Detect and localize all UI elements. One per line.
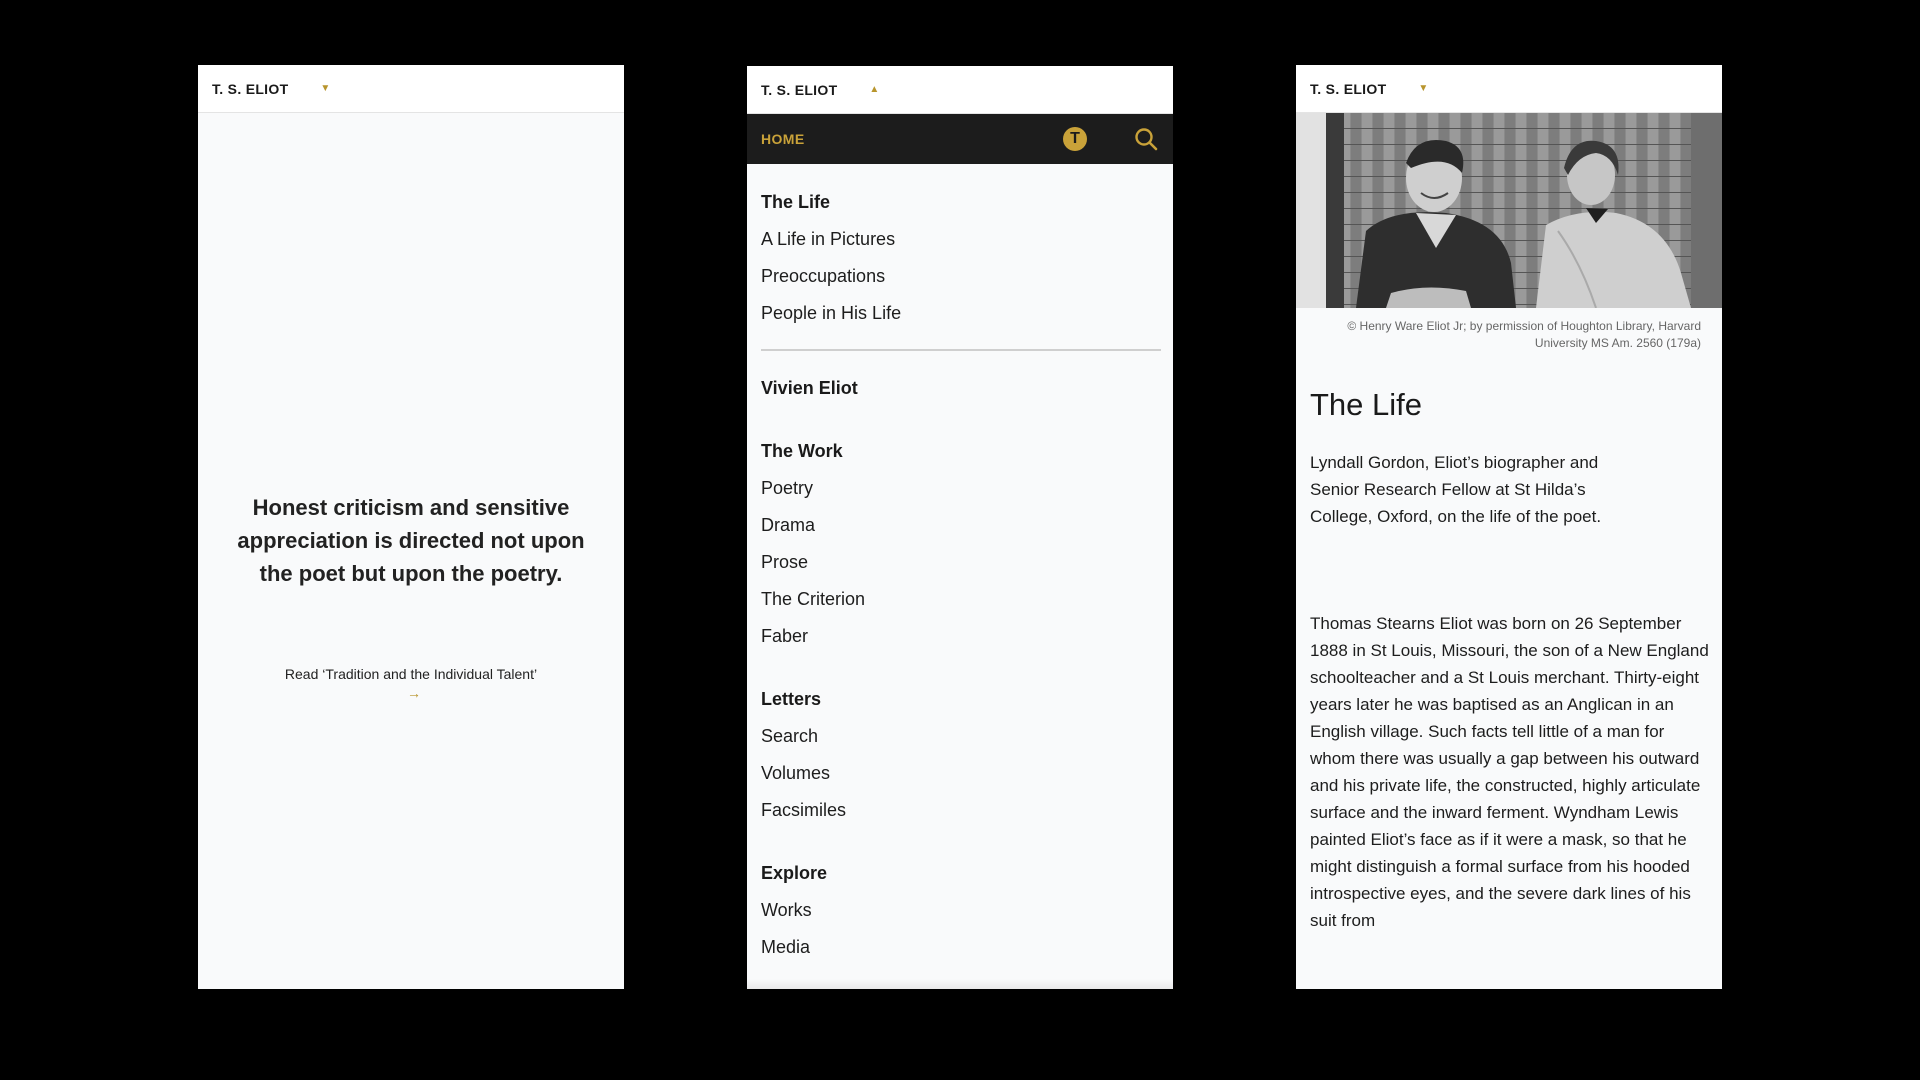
search-icon[interactable] (1133, 126, 1159, 152)
menu-toggle-caret-down-icon[interactable]: ▼ (1418, 83, 1428, 94)
menu-divider (761, 349, 1161, 351)
menu-group-letters: Letters Search Volumes Facsimiles (761, 681, 1159, 829)
read-essay-link-label[interactable]: Read ‘Tradition and the Individual Talen… (285, 666, 537, 682)
phone-menu-screen: T. S. ELIOT ▲ HOME T The Life A Life in … (747, 66, 1173, 989)
menu-item-faber[interactable]: Faber (761, 618, 1159, 655)
phone-home-screen: T. S. ELIOT ▼ Honest criticism and sensi… (198, 65, 624, 989)
phone-article-screen: T. S. ELIOT ▼ © Henry Ware Eliot Jr; by … (1296, 65, 1722, 989)
read-essay-link[interactable]: Read ‘Tradition and the Individual Talen… (198, 666, 624, 701)
site-title[interactable]: T. S. ELIOT (761, 82, 837, 98)
menu-item-facsimiles[interactable]: Facsimiles (761, 792, 1159, 829)
menu-heading-letters[interactable]: Letters (761, 681, 1159, 718)
quote-block: Honest criticism and sensitive appreciat… (198, 491, 624, 590)
arrow-right-icon[interactable]: → (198, 685, 624, 701)
featured-quote: Honest criticism and sensitive appreciat… (237, 495, 585, 586)
menu-group-the-work: The Work Poetry Drama Prose The Criterio… (761, 433, 1159, 655)
nav-bar: HOME T (747, 114, 1173, 164)
menu-scroll-edge (747, 979, 1173, 989)
menu-toggle-caret-down-icon[interactable]: ▼ (320, 83, 330, 94)
menu-item-works[interactable]: Works (761, 892, 1159, 929)
menu-toggle-caret-up-icon[interactable]: ▲ (869, 84, 879, 95)
menu-heading-explore[interactable]: Explore (761, 855, 1159, 892)
menu-item-search[interactable]: Search (761, 718, 1159, 755)
menu-group-explore: Explore Works Media (761, 855, 1159, 966)
eliot-photograph (1296, 113, 1722, 308)
menu-item-the-criterion[interactable]: The Criterion (761, 581, 1159, 618)
article-body: Thomas Stearns Eliot was born on 26 Sept… (1310, 614, 1709, 930)
nav-home-link[interactable]: HOME (761, 131, 1063, 147)
menu-group-vivien-eliot: Vivien Eliot (761, 370, 1159, 407)
top-bar: T. S. ELIOT ▼ (1296, 65, 1722, 113)
menu-item-media[interactable]: Media (761, 929, 1159, 966)
t-logo-icon[interactable]: T (1063, 127, 1087, 151)
menu-heading-vivien-eliot[interactable]: Vivien Eliot (761, 370, 1159, 407)
menu-heading-the-work[interactable]: The Work (761, 433, 1159, 470)
menu-item-preoccupations[interactable]: Preoccupations (761, 258, 1159, 295)
top-bar: T. S. ELIOT ▼ (198, 65, 624, 113)
article-standfirst: Lyndall Gordon, Eliot’s biographer and S… (1310, 453, 1602, 526)
top-bar: T. S. ELIOT ▲ (747, 66, 1173, 114)
menu-group-the-life: The Life A Life in Pictures Preoccupatio… (761, 184, 1159, 332)
menu-heading-the-life[interactable]: The Life (761, 184, 1159, 221)
menu-item-volumes[interactable]: Volumes (761, 755, 1159, 792)
page-title: The Life (1310, 387, 1423, 422)
site-title[interactable]: T. S. ELIOT (212, 81, 288, 97)
photo-caption: © Henry Ware Eliot Jr; by permission of … (1296, 308, 1722, 352)
menu-item-people-in-his-life[interactable]: People in His Life (761, 295, 1159, 332)
photo-caption-line-1: © Henry Ware Eliot Jr; by permission of … (1347, 319, 1701, 333)
nav-menu: The Life A Life in Pictures Preoccupatio… (747, 164, 1173, 966)
menu-item-prose[interactable]: Prose (761, 544, 1159, 581)
menu-item-drama[interactable]: Drama (761, 507, 1159, 544)
site-title[interactable]: T. S. ELIOT (1310, 81, 1386, 97)
menu-item-poetry[interactable]: Poetry (761, 470, 1159, 507)
menu-item-a-life-in-pictures[interactable]: A Life in Pictures (761, 221, 1159, 258)
photo-caption-line-2: University MS Am. 2560 (179a) (1534, 336, 1701, 350)
